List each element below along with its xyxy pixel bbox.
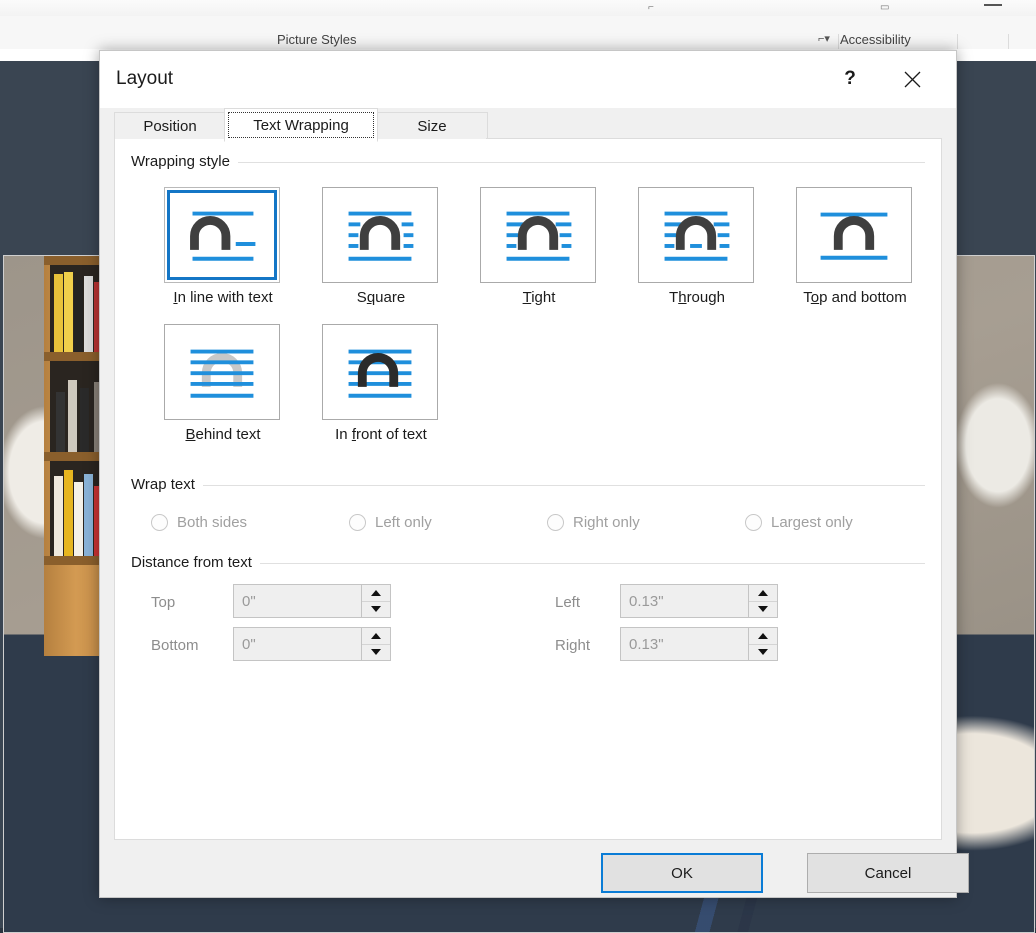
spinner-up-button[interactable] [749,585,777,602]
spinner-top-value: 0" [242,592,256,610]
cancel-button-label: Cancel [864,864,912,882]
wrap-style-caption: Top and bottom [803,289,907,306]
radio-label: Both sides [177,514,248,531]
radio-largest-only[interactable]: Largest only [745,514,853,531]
close-icon [904,71,921,88]
spinner-buttons[interactable] [361,585,390,617]
question-mark-icon: ? [844,68,856,89]
radio-circle-icon [745,514,762,531]
layout-dialog: Layout ? Position Text Wrapping Size Wra… [99,50,969,898]
ribbon-group-picture-styles: Picture Styles [277,32,357,47]
ribbon-partial-label: ▭ [880,2,890,13]
spinner-buttons[interactable] [748,628,777,660]
spinner-down-button[interactable] [749,645,777,661]
radio-left-only[interactable]: Left only [349,514,432,531]
tab-size-label: Size [417,117,447,135]
tab-strip-filler [486,112,942,139]
tab-text-wrapping[interactable]: Text Wrapping [224,108,378,142]
radio-right-only[interactable]: Right only [547,514,640,531]
label-right: Right [555,637,591,654]
tab-position[interactable]: Position [114,112,226,139]
radio-circle-icon [349,514,366,531]
tab-position-label: Position [143,117,197,135]
spinner-buttons[interactable] [361,628,390,660]
spinner-down-button[interactable] [749,602,777,618]
wrap-style-icon-tight [506,211,572,261]
radio-label: Left only [375,514,432,531]
spinner-down-button[interactable] [362,645,390,661]
ok-button[interactable]: OK [601,853,763,893]
radio-circle-icon [547,514,564,531]
distance-from-text-group-header: Distance from text [131,554,925,572]
spinner-right[interactable]: 0.13" [620,627,778,661]
wrap-text-group-header: Wrap text [131,476,925,494]
wrap-style-caption: Through [669,289,725,306]
spinner-down-button[interactable] [362,602,390,618]
spinner-top[interactable]: 0" [233,584,391,618]
cancel-button[interactable]: Cancel [807,853,969,893]
spinner-left[interactable]: 0.13" [620,584,778,618]
wrap-style-in-front-of-text[interactable]: In front of text [322,324,440,443]
wrap-style-square[interactable]: Square [322,187,440,306]
wrap-style-icon-in-line [190,211,256,261]
spinner-left-value: 0.13" [629,592,664,610]
spinner-buttons[interactable] [748,585,777,617]
wrap-style-caption: Square [356,289,406,306]
radio-label: Right only [573,514,640,531]
help-button[interactable]: ? [830,60,870,98]
wrap-style-icon-top-and-bottom [820,212,888,260]
spinner-bottom-value: 0" [242,635,256,653]
wrap-style-top-and-bottom[interactable]: Top and bottom [796,187,914,306]
wrap-style-icon-through [664,211,730,261]
dialog-box-launcher-icon[interactable]: ⌐▾ [818,32,830,45]
wrap-style-through[interactable]: Through [638,187,756,306]
label-left: Left [555,594,581,611]
wrap-text-label: Wrap text [131,476,203,493]
ribbon-group-accessibility: Accessibility [840,32,911,47]
radio-both-sides[interactable]: Both sides [151,514,247,531]
distance-from-text-label: Distance from text [131,554,260,571]
wrap-style-caption: In line with text [173,289,273,306]
ribbon-partial-icon: ⌐ [648,2,654,13]
wrap-style-tight[interactable]: Tight [480,187,598,306]
text-wrapping-panel: Wrapping style In line with text Square … [114,139,942,840]
group-divider [131,162,925,163]
wrapping-style-label: Wrapping style [131,153,238,170]
label-top: Top [151,594,176,611]
wrap-style-behind-text[interactable]: Behind text [164,324,282,443]
spinner-up-button[interactable] [362,628,390,645]
spinner-up-button[interactable] [362,585,390,602]
minimize-icon[interactable] [984,4,1002,6]
tab-size[interactable]: Size [376,112,488,139]
dialog-titlebar: Layout ? [100,51,956,108]
dialog-title: Layout [116,68,174,89]
focus-outline [228,112,374,138]
wrap-style-caption: Tight [522,289,556,306]
spinner-up-button[interactable] [749,628,777,645]
close-button[interactable] [892,60,932,98]
label-bottom: Bottom [151,637,199,654]
wrap-style-icon-in-front-of-text [348,349,412,398]
wrapping-style-group-header: Wrapping style [131,153,925,171]
tab-strip: Position Text Wrapping Size [114,108,942,142]
wrap-style-caption: Behind text [185,426,261,443]
wrap-style-in-line-with-text[interactable]: In line with text [164,187,282,306]
spinner-right-value: 0.13" [629,635,664,653]
ribbon-group-band: ⌐▾ Picture Styles Accessibility [0,16,1036,64]
wrap-style-caption: In front of text [335,426,427,443]
ribbon-upper-strip: ⌐ ▭ [0,0,1036,17]
wrap-style-icon-square [348,211,414,261]
radio-circle-icon [151,514,168,531]
spinner-bottom[interactable]: 0" [233,627,391,661]
wrap-style-icon-behind-text [190,349,254,398]
group-divider [131,485,925,486]
radio-label: Largest only [771,514,853,531]
ok-button-label: OK [671,864,693,882]
